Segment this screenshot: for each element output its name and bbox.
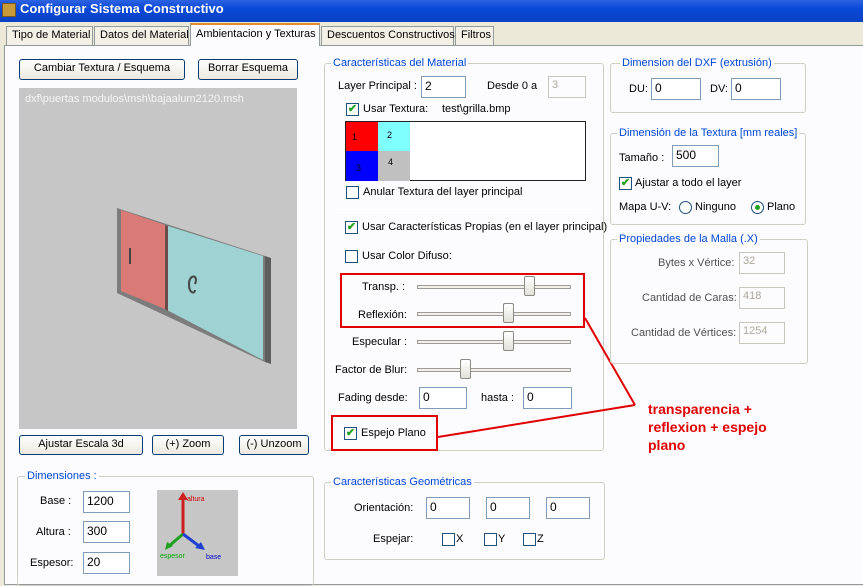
plano-label: Plano [767, 201, 796, 213]
espejar-z-checkbox[interactable] [523, 533, 536, 546]
ajustar-layer-label: Ajustar a todo el layer [635, 177, 742, 189]
ajustar-layer-checkbox[interactable]: ✔ [619, 177, 632, 190]
textura-dim-title: Dimensión de la Textura [mm reales] [617, 127, 800, 139]
du-label: DU: [629, 83, 648, 95]
geometricas-group [324, 482, 605, 560]
geometricas-title: Características Geométricas [331, 476, 474, 488]
tab-label: Ambientacion y Texturas [196, 28, 316, 40]
espejar-y-label: Y [498, 533, 506, 545]
annotation-line: reflexion + espejo [648, 419, 767, 435]
annotation-line: transparencia + [648, 401, 752, 417]
vertices-input[interactable]: 1254 [739, 322, 785, 344]
caras-label: Cantidad de Caras: [642, 292, 737, 304]
dxf-title: Dimension del DXF (extrusión) [620, 57, 774, 69]
annotation-text: transparencia + reflexion + espejo plano [648, 400, 767, 454]
annotation-line: plano [648, 437, 686, 453]
dv-label: DV: [710, 83, 728, 95]
orientacion-z-input[interactable]: 0 [546, 497, 590, 519]
ninguno-label: Ninguno [695, 201, 736, 213]
espejar-label: Espejar: [373, 533, 414, 545]
espejar-x-checkbox[interactable] [442, 533, 455, 546]
bytes-label: Bytes x Vértice: [658, 257, 735, 269]
ninguno-radio[interactable] [679, 201, 692, 214]
espejar-y-checkbox[interactable] [484, 533, 497, 546]
plano-radio[interactable] [751, 201, 764, 214]
tab-ambientacion-texturas[interactable]: Ambientacion y Texturas [190, 23, 320, 46]
espejar-z-label: Z [537, 533, 544, 545]
tamano-label: Tamaño : [619, 152, 665, 164]
orientacion-label: Orientación: [354, 502, 414, 514]
dv-input[interactable]: 0 [731, 78, 781, 100]
bytes-input[interactable]: 32 [739, 252, 785, 274]
malla-title: Propiedades de la Malla (.X) [617, 233, 760, 245]
orientacion-y-input[interactable]: 0 [486, 497, 530, 519]
orientacion-x-input[interactable]: 0 [426, 497, 470, 519]
mapa-uv-label: Mapa U-V: [619, 201, 672, 213]
caras-input[interactable]: 418 [739, 287, 785, 309]
vertices-label: Cantidad de Vértices: [631, 327, 737, 339]
espejar-x-label: X [456, 533, 464, 545]
tamano-input[interactable]: 500 [672, 145, 719, 167]
du-input[interactable]: 0 [651, 78, 701, 100]
